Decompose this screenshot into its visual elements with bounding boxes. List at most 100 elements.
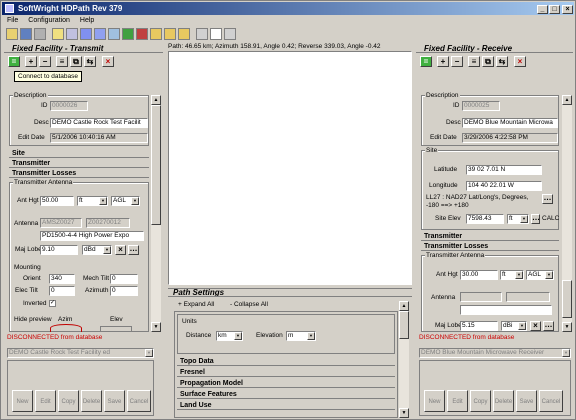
topo-data-section[interactable]: Topo Data (177, 357, 395, 366)
copy-record-button[interactable]: ⧉ (70, 56, 82, 67)
zoom-icon[interactable] (196, 28, 208, 40)
settings-scrollbar[interactable]: ▲ ▼ (399, 301, 409, 418)
copy-button[interactable]: Copy (58, 390, 79, 412)
copy-icon[interactable] (80, 28, 92, 40)
clear-antenna-button[interactable]: × (115, 245, 126, 255)
fresnel-section[interactable]: Fresnel (177, 368, 395, 377)
antenna-mfr-field[interactable] (460, 292, 502, 302)
ant-hgt-field[interactable]: 30.00 (460, 270, 498, 280)
site-elev-unit-select[interactable]: ft ▼ (507, 214, 529, 224)
antenna-code-field[interactable]: Z00270012 (86, 218, 130, 228)
save-button[interactable]: Save (516, 390, 537, 412)
folder-add-icon[interactable] (178, 28, 190, 40)
id-field[interactable]: 0000025 (462, 101, 500, 111)
remove-button[interactable]: − (39, 56, 51, 67)
desc-field[interactable]: DEMO Blue Mountain Microwa (462, 118, 558, 128)
delete-button[interactable]: Delete (81, 390, 102, 412)
scroll-thumb[interactable] (399, 311, 409, 339)
map-icon[interactable] (108, 28, 120, 40)
facility-select[interactable]: DEMO Castle Rock Test Facility ed ▼ (7, 348, 154, 358)
close-button[interactable]: × (562, 5, 573, 14)
copy-record-button[interactable]: ⧉ (482, 56, 494, 67)
expand-all-link[interactable]: + Expand All (178, 301, 214, 308)
copy-button[interactable]: Copy (470, 390, 491, 412)
longitude-field[interactable]: 104 40 22.01 W (466, 181, 542, 191)
scroll-up-icon[interactable]: ▲ (399, 301, 409, 311)
mech-tilt-field[interactable]: 0 (110, 274, 138, 284)
ant-hgt-unit-select[interactable]: ft ▼ (500, 270, 524, 280)
maj-lobe-unit-select[interactable]: dBi ▼ (501, 321, 527, 331)
desc-field[interactable]: DEMO Castle Rock Test Facilit (50, 118, 148, 128)
transfer-button[interactable]: ⇆ (496, 56, 508, 67)
folder-open-icon[interactable] (164, 28, 176, 40)
print-icon[interactable] (34, 28, 46, 40)
scroll-down-icon[interactable]: ▼ (151, 322, 161, 332)
site-elev-field[interactable]: 7598.43 (466, 214, 504, 224)
distance-unit-select[interactable]: km ▼ (216, 331, 243, 341)
scroll-up-icon[interactable]: ▲ (562, 95, 572, 105)
clear-antenna-button[interactable]: × (530, 321, 541, 331)
edit-button[interactable]: Edit (35, 390, 56, 412)
menu-help[interactable]: Help (75, 15, 99, 26)
latitude-field[interactable]: 39 02 7.01 N (466, 165, 542, 175)
antenna-code-field[interactable] (506, 292, 550, 302)
folder-red-icon[interactable] (136, 28, 148, 40)
cancel-button[interactable]: Cancel (127, 390, 151, 412)
paste-icon[interactable] (94, 28, 106, 40)
grid-button[interactable]: ≡ (56, 56, 68, 67)
menu-file[interactable]: File (2, 15, 23, 26)
id-field[interactable]: 0000026 (50, 101, 88, 111)
page-icon[interactable] (210, 28, 222, 40)
scroll-down-icon[interactable]: ▼ (562, 322, 572, 332)
cancel-button[interactable]: Cancel (539, 390, 563, 412)
maj-lobe-field[interactable]: 5.15 (460, 321, 498, 331)
antenna-model-field[interactable] (460, 305, 552, 315)
land-use-section[interactable]: Land Use (177, 401, 395, 410)
propagation-model-section[interactable]: Propagation Model (177, 379, 395, 388)
connect-button[interactable]: = (8, 56, 20, 67)
ant-hgt-unit-select[interactable]: ft ▼ (77, 196, 108, 206)
calc-elev-button[interactable]: … (531, 214, 540, 224)
maj-lobe-unit-select[interactable]: dBd ▼ (82, 245, 112, 255)
connect-button[interactable]: = (420, 56, 432, 67)
facility-select[interactable]: DEMO Blue Mountain Microwave Receiver ▼ (419, 348, 571, 358)
browse-antenna-button[interactable]: … (543, 321, 554, 331)
open-icon[interactable] (6, 28, 18, 40)
inverted-checkbox[interactable]: ✓ (49, 300, 56, 307)
transmitter-losses-section[interactable]: Transmitter Losses (9, 169, 149, 178)
list-icon[interactable] (224, 28, 236, 40)
menu-configuration[interactable]: Configuration (23, 15, 75, 26)
save-icon[interactable] (20, 28, 32, 40)
grid-button[interactable]: ≡ (468, 56, 480, 67)
transmitter-section[interactable]: Transmitter (9, 159, 149, 168)
collapse-all-link[interactable]: - Collapse All (230, 301, 268, 308)
new-button[interactable]: New (12, 390, 33, 412)
edit-icon[interactable] (52, 28, 64, 40)
transfer-button[interactable]: ⇆ (84, 56, 96, 67)
disconnect-button[interactable]: × (514, 56, 526, 67)
ant-hgt-ref-select[interactable]: AGL ▼ (111, 196, 140, 206)
scroll-down-icon[interactable]: ▼ (399, 408, 409, 418)
antenna-mfr-field[interactable]: AMSZ0027 (40, 218, 82, 228)
scroll-thumb[interactable] (562, 280, 572, 318)
maximize-button[interactable]: □ (549, 5, 560, 14)
add-button[interactable]: + (25, 56, 37, 67)
chart-icon[interactable] (122, 28, 134, 40)
site-section[interactable]: Site (9, 149, 149, 158)
transmit-scrollbar[interactable]: ▲ ▼ (151, 95, 161, 332)
remove-button[interactable]: − (451, 56, 463, 67)
surface-features-section[interactable]: Surface Features (177, 390, 395, 399)
receive-scrollbar[interactable]: ▲ ▼ (562, 95, 572, 332)
minimize-button[interactable]: _ (537, 5, 548, 14)
cut-icon[interactable] (66, 28, 78, 40)
scroll-thumb[interactable] (151, 105, 161, 225)
elevation-unit-select[interactable]: m ▼ (286, 331, 316, 341)
transmitter-section[interactable]: Transmitter (421, 232, 559, 241)
folder-icon[interactable] (150, 28, 162, 40)
datum-browse-button[interactable]: … (542, 194, 553, 204)
new-button[interactable]: New (424, 390, 445, 412)
ant-hgt-field[interactable]: 50.00 (40, 196, 74, 206)
disconnect-button[interactable]: × (102, 56, 114, 67)
elec-tilt-field[interactable]: 0 (49, 286, 75, 296)
azimuth-field[interactable]: 0 (110, 286, 138, 296)
